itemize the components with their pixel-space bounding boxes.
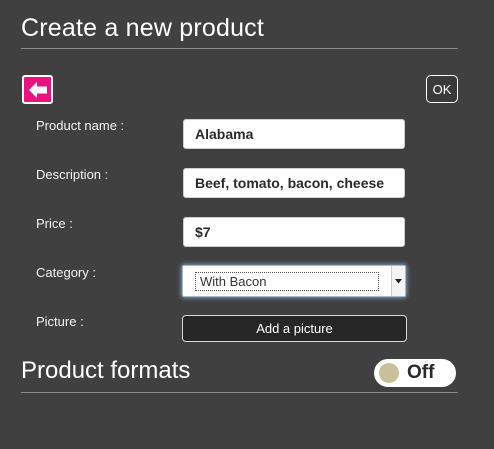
title-divider xyxy=(21,48,458,49)
page-title: Create a new product xyxy=(21,14,265,42)
price-input[interactable]: $7 xyxy=(183,217,405,247)
ok-button[interactable]: OK xyxy=(426,75,458,103)
picture-label: Picture : xyxy=(36,314,84,329)
add-picture-button[interactable]: Add a picture xyxy=(182,315,407,342)
description-input[interactable]: Beef, tomato, bacon, cheese xyxy=(183,168,405,198)
product-formats-toggle[interactable]: Off xyxy=(374,359,456,387)
product-name-label: Product name : xyxy=(36,118,125,133)
price-label: Price : xyxy=(36,216,73,231)
toggle-state-label: Off xyxy=(407,362,435,383)
arrow-left-icon xyxy=(28,81,47,98)
formats-divider xyxy=(21,392,458,393)
chevron-down-icon xyxy=(395,278,402,283)
dropdown-arrow[interactable] xyxy=(391,266,405,296)
product-formats-title: Product formats xyxy=(21,357,191,384)
category-label: Category : xyxy=(36,265,96,280)
category-select[interactable]: With Bacon xyxy=(182,265,406,297)
back-button[interactable] xyxy=(22,75,53,104)
toggle-knob xyxy=(379,363,399,383)
category-selected-value: With Bacon xyxy=(195,272,379,291)
product-name-input[interactable]: Alabama xyxy=(183,119,405,149)
description-label: Description : xyxy=(36,167,109,182)
